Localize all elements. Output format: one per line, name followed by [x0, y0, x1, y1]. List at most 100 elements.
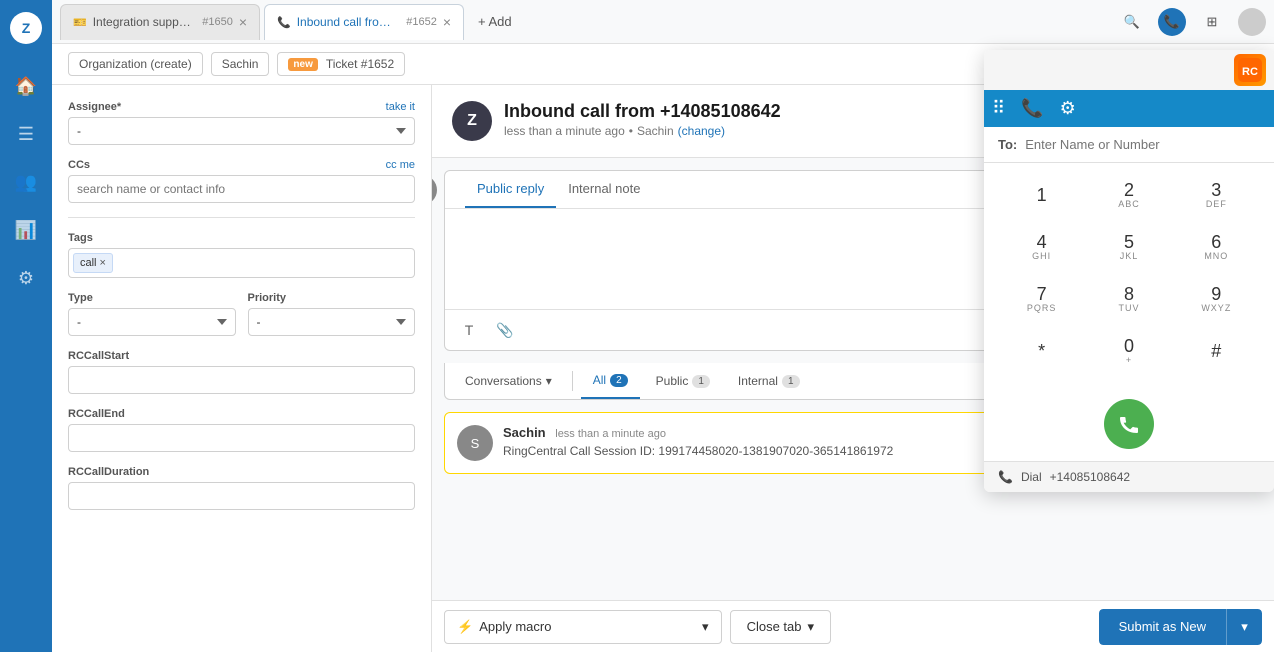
ticket-meta: less than a minute ago • Sachin (change)	[504, 124, 781, 138]
rc-to-input[interactable]	[1025, 137, 1260, 152]
conv-public-count: 1	[692, 375, 710, 388]
dialpad-key-9[interactable]: 9WXYZ	[1184, 277, 1248, 321]
text-icon: T	[465, 322, 474, 338]
dialpad-key-3[interactable]: 3DEF	[1184, 173, 1248, 217]
conv-filter-internal[interactable]: Internal 1	[726, 364, 812, 398]
priority-label: Priority	[248, 292, 416, 304]
tab-number-active: #1652	[406, 16, 437, 28]
sidebar-item-tickets[interactable]: ☰	[12, 120, 40, 148]
search-icon[interactable]: 🔍	[1118, 8, 1146, 36]
submit-group: Submit as New ▾	[1099, 609, 1262, 645]
dialpad-key-7[interactable]: 7PQRS	[1010, 277, 1074, 321]
conv-filter-public[interactable]: Public 1	[644, 364, 722, 398]
breadcrumb-org-label: Organization (create)	[79, 57, 192, 71]
submit-label: Submit as New	[1119, 619, 1206, 634]
rccallstart-input[interactable]	[68, 366, 415, 394]
dialpad-row-1: 1 2ABC 3DEF	[998, 173, 1260, 217]
attach-file-button[interactable]: 📎	[491, 316, 519, 344]
conversations-text: Conversations	[465, 374, 542, 388]
tags-container[interactable]: call ×	[68, 248, 415, 278]
breadcrumb-ticket-label: Ticket #1652	[326, 57, 394, 71]
dialpad-row-4: * 0+ #	[998, 329, 1260, 373]
priority-field: Priority -	[248, 292, 416, 336]
tab-close-1652[interactable]: ×	[443, 14, 451, 30]
sidebar-item-home[interactable]: 🏠	[12, 72, 40, 100]
rc-dialpad: 1 2ABC 3DEF 4GHI 5JKL 6MNO 7PQRS 8TUV 9W…	[984, 163, 1274, 391]
dialpad-key-1[interactable]: 1	[1010, 173, 1074, 217]
tabs-bar: 🎫 Integration support call fro... #1650 …	[52, 0, 1274, 44]
text-format-button[interactable]: T	[455, 316, 483, 344]
left-panel: Assignee* take it - CCs cc me	[52, 85, 432, 652]
tab-public-reply[interactable]: Public reply	[465, 171, 556, 208]
dialpad-key-6[interactable]: 6MNO	[1184, 225, 1248, 269]
rc-to-label: To:	[998, 137, 1017, 152]
sidebar-item-settings[interactable]: ⚙	[12, 264, 40, 292]
rc-dialpad-icon[interactable]: ⠿	[992, 98, 1005, 119]
add-tab-button[interactable]: + Add	[468, 4, 522, 40]
dialpad-key-8[interactable]: 8TUV	[1097, 277, 1161, 321]
ticket-badge: new	[288, 58, 317, 71]
dialpad-key-star[interactable]: *	[1010, 329, 1074, 373]
dialpad-key-hash[interactable]: #	[1184, 329, 1248, 373]
tab-icon: 🎫	[73, 16, 87, 29]
rccallstart-field: RCCallStart	[68, 350, 415, 394]
conv-filter-all[interactable]: All 2	[581, 363, 640, 399]
dialpad-key-5[interactable]: 5JKL	[1097, 225, 1161, 269]
change-assignee-link[interactable]: (change)	[678, 124, 725, 138]
macro-chevron-icon: ▾	[702, 619, 709, 635]
rc-phone-icon[interactable]: 📞	[1021, 98, 1043, 119]
conversations-label[interactable]: Conversations ▾	[453, 364, 564, 398]
rccallend-input[interactable]	[68, 424, 415, 452]
call-button[interactable]	[1104, 399, 1154, 449]
user-avatar-icon[interactable]	[1238, 8, 1266, 36]
rc-logo: RC	[1234, 54, 1266, 86]
tab-number: #1650	[202, 16, 233, 28]
rc-dial-strip[interactable]: 📞 Dial +14085108642	[984, 461, 1274, 492]
submit-dropdown-button[interactable]: ▾	[1226, 609, 1262, 645]
dialpad-key-4[interactable]: 4GHI	[1010, 225, 1074, 269]
priority-select[interactable]: -	[248, 308, 416, 336]
cc-me-link[interactable]: cc me	[386, 159, 415, 171]
take-it-link[interactable]: take it	[386, 101, 415, 113]
phone-icon[interactable]: 📞	[1158, 8, 1186, 36]
dial-phone-icon: 📞	[998, 470, 1013, 484]
tag-call[interactable]: call ×	[73, 253, 113, 273]
tab-1652[interactable]: 📞 Inbound call from +1408... #1652 ×	[264, 4, 464, 40]
rccallend-label: RCCallEnd	[68, 408, 415, 420]
ticket-info: Inbound call from +14085108642 less than…	[504, 101, 781, 138]
breadcrumb-org[interactable]: Organization (create)	[68, 52, 203, 76]
sidebar-item-users[interactable]: 👥	[12, 168, 40, 196]
breadcrumb-ticket[interactable]: new Ticket #1652	[277, 52, 405, 76]
dialpad-key-2[interactable]: 2ABC	[1097, 173, 1161, 217]
type-select[interactable]: -	[68, 308, 236, 336]
ticket-title: Inbound call from +14085108642	[504, 101, 781, 122]
apply-macro-button[interactable]: ⚡ Apply macro ▾	[444, 610, 722, 644]
sidebar-item-reports[interactable]: 📊	[12, 216, 40, 244]
tab-close-1650[interactable]: ×	[239, 14, 247, 30]
chevron-down-icon: ▾	[546, 374, 552, 388]
lightning-icon: ⚡	[457, 619, 473, 635]
close-tab-label: Close tab	[747, 619, 802, 634]
type-priority-row: Type - Priority -	[68, 292, 415, 350]
assignee-select[interactable]: -	[68, 117, 415, 145]
grid-icon[interactable]: ⊞	[1198, 8, 1226, 36]
rc-settings-icon[interactable]: ⚙	[1060, 98, 1076, 119]
dialpad-row-3: 7PQRS 8TUV 9WXYZ	[998, 277, 1260, 321]
message-time: less than a minute ago	[555, 428, 666, 440]
ticket-avatar: Z	[452, 101, 492, 141]
tab-1650[interactable]: 🎫 Integration support call fro... #1650 …	[60, 4, 260, 40]
submit-as-new-button[interactable]: Submit as New	[1099, 609, 1226, 645]
message-avatar: S	[457, 425, 493, 461]
conv-public-label: Public	[656, 374, 689, 388]
breadcrumb-sachin[interactable]: Sachin	[211, 52, 270, 76]
close-tab-chevron-icon: ▾	[807, 619, 814, 635]
close-tab-button[interactable]: Close tab ▾	[730, 610, 831, 644]
tag-remove-icon[interactable]: ×	[100, 257, 106, 269]
tab-label-active: Inbound call from +1408...	[297, 15, 401, 29]
ccs-input[interactable]	[68, 175, 415, 203]
add-tab-label: + Add	[478, 14, 512, 29]
rccallduration-input[interactable]	[68, 482, 415, 510]
tab-internal-note[interactable]: Internal note	[556, 171, 652, 208]
dialpad-key-0[interactable]: 0+	[1097, 329, 1161, 373]
type-label: Type	[68, 292, 236, 304]
